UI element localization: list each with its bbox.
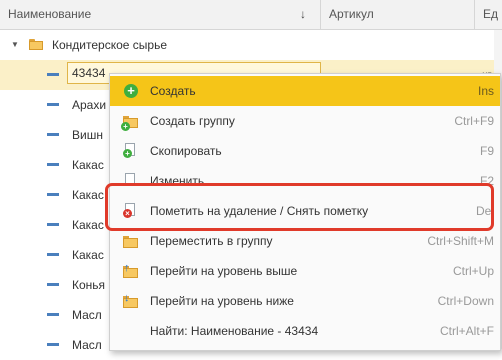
column-header-article[interactable]: Артикул bbox=[321, 0, 475, 29]
group-row[interactable]: ▼ Кондитерское сырье bbox=[0, 30, 502, 60]
row-name: Арахи bbox=[72, 98, 107, 112]
menu-item-level-up[interactable]: ↑ Перейти на уровень выше Ctrl+Up bbox=[110, 256, 500, 286]
menu-item-shortcut: Ins bbox=[477, 84, 494, 98]
row-name: Масл bbox=[72, 338, 102, 352]
item-marker-icon bbox=[47, 313, 59, 316]
column-header-article-label: Артикул bbox=[329, 7, 374, 21]
expand-triangle-icon[interactable]: ▼ bbox=[11, 40, 19, 49]
menu-item-find[interactable]: Найти: Наименование - 43434 Ctrl+Alt+F bbox=[110, 316, 500, 346]
item-marker-icon bbox=[47, 163, 59, 166]
move-folder-icon bbox=[123, 236, 138, 248]
item-marker-icon bbox=[47, 223, 59, 226]
menu-item-create[interactable]: + Создать Ins bbox=[110, 76, 500, 106]
group-row-label: Кондитерское сырье bbox=[52, 38, 167, 52]
item-marker-icon bbox=[47, 103, 59, 106]
menu-item-create-group[interactable]: + Создать группу Ctrl+F9 bbox=[110, 106, 500, 136]
level-up-icon: ↑ bbox=[123, 262, 138, 278]
menu-item-shortcut: F9 bbox=[479, 144, 494, 158]
item-marker-icon bbox=[47, 133, 59, 136]
menu-item-level-down[interactable]: ↓ Перейти на уровень ниже Ctrl+Down bbox=[110, 286, 500, 316]
name-edit-value[interactable]: 43434 bbox=[72, 63, 105, 83]
table-header: Наименование ↓ Артикул Ед bbox=[0, 0, 502, 30]
menu-item-shortcut: Ctrl+Up bbox=[452, 264, 494, 278]
row-name: Какас bbox=[72, 218, 104, 232]
row-name: Какас bbox=[72, 188, 104, 202]
menu-item-shortcut: Ctrl+Alt+F bbox=[439, 324, 494, 338]
row-name: Вишн bbox=[72, 128, 103, 142]
level-down-icon: ↓ bbox=[123, 292, 138, 308]
column-header-name[interactable]: Наименование bbox=[0, 0, 321, 29]
menu-item-label: Создать группу bbox=[150, 114, 235, 128]
row-name: Какас bbox=[72, 158, 104, 172]
menu-item-label: Перейти на уровень ниже bbox=[150, 294, 294, 308]
row-name: Конья bbox=[72, 278, 106, 292]
row-name: Масл bbox=[72, 308, 102, 322]
item-marker-icon bbox=[47, 283, 59, 286]
column-header-unit-label: Ед bbox=[483, 7, 499, 21]
menu-item-shortcut: Ctrl+Down bbox=[437, 294, 494, 308]
menu-item-label: Скопировать bbox=[150, 144, 222, 158]
item-marker-icon bbox=[47, 73, 59, 76]
menu-item-copy[interactable]: + Скопировать F9 bbox=[110, 136, 500, 166]
menu-item-label: Перейти на уровень выше bbox=[150, 264, 298, 278]
copy-doc-icon: + bbox=[123, 143, 135, 158]
menu-item-shortcut: Ctrl+F9 bbox=[454, 114, 494, 128]
annotation-highlight-box bbox=[105, 183, 494, 231]
item-marker-icon bbox=[47, 193, 59, 196]
add-folder-icon: + bbox=[121, 116, 138, 131]
add-circle-icon: + bbox=[124, 84, 138, 98]
column-header-name-label: Наименование bbox=[8, 7, 92, 21]
row-name: Какас bbox=[72, 248, 104, 262]
menu-item-label: Найти: Наименование - 43434 bbox=[150, 324, 319, 338]
item-marker-icon bbox=[47, 253, 59, 256]
column-header-unit[interactable]: Ед bbox=[475, 0, 502, 29]
item-marker-icon bbox=[47, 343, 59, 346]
menu-item-label: Создать bbox=[150, 84, 196, 98]
folder-icon bbox=[29, 39, 43, 50]
sort-arrow-icon[interactable]: ↓ bbox=[300, 0, 306, 29]
